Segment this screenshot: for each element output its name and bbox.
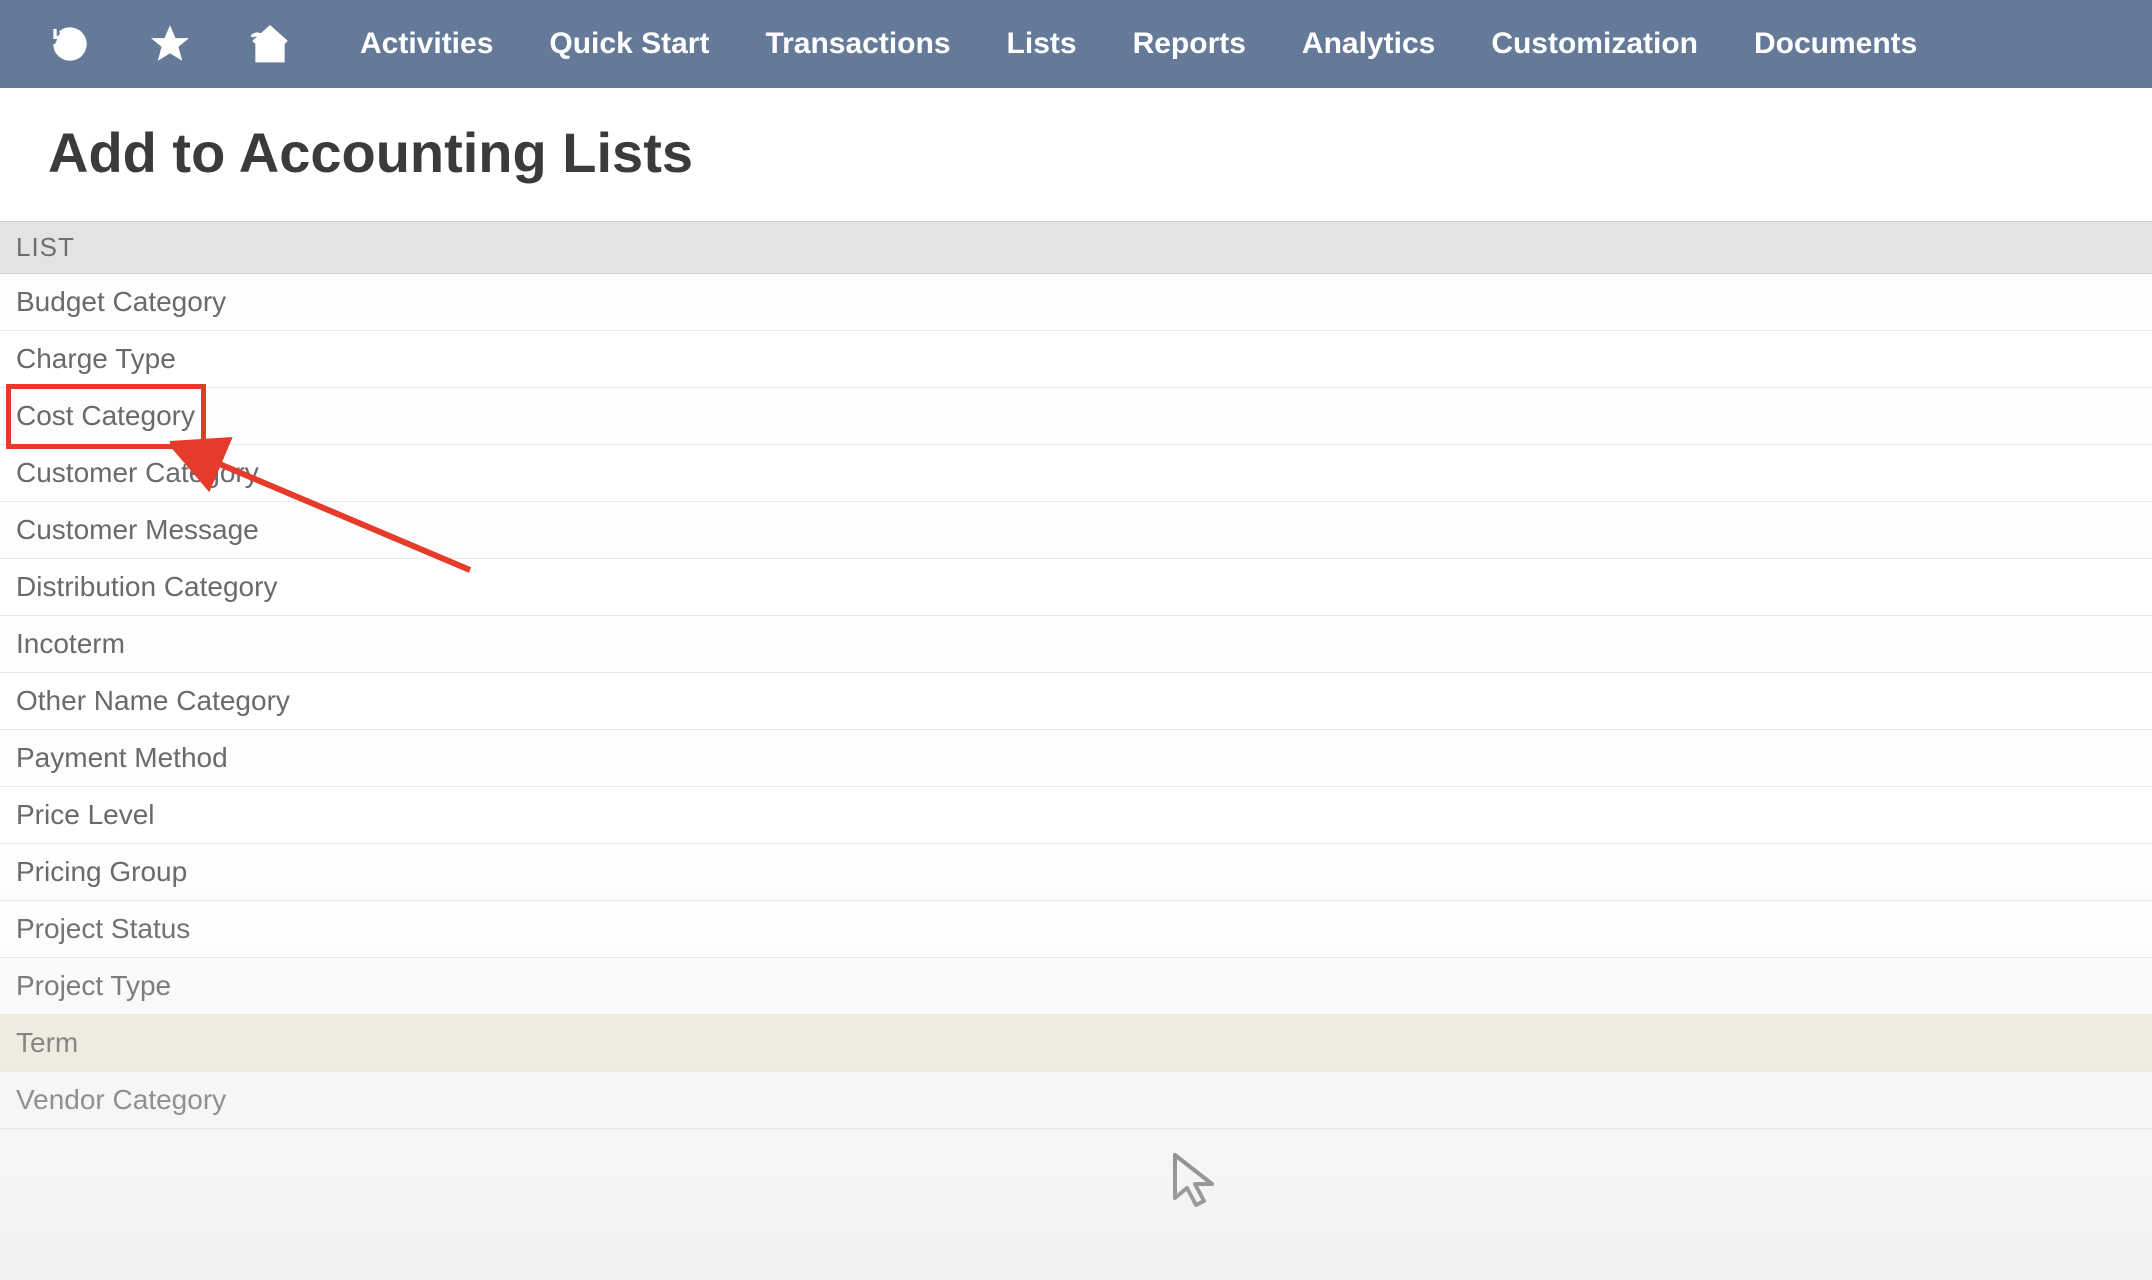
list-row[interactable]: Incoterm — [0, 616, 2152, 673]
list-row-label: Pricing Group — [16, 856, 187, 887]
page-heading: Add to Accounting Lists — [0, 88, 2152, 221]
nav-reports[interactable]: Reports — [1133, 27, 1246, 61]
list-row[interactable]: Payment Method — [0, 730, 2152, 787]
nav-lists[interactable]: Lists — [1007, 27, 1077, 61]
recent-icon[interactable] — [40, 24, 100, 64]
list-row[interactable]: Distribution Category — [0, 559, 2152, 616]
top-nav: Activities Quick Start Transactions List… — [0, 0, 2152, 88]
nav-transactions[interactable]: Transactions — [765, 27, 950, 61]
list-row-label: Price Level — [16, 799, 155, 830]
list-row[interactable]: Price Level — [0, 787, 2152, 844]
list-row-label: Term — [16, 1027, 78, 1058]
list-row[interactable]: Budget Category — [0, 274, 2152, 331]
nav-activities[interactable]: Activities — [360, 27, 493, 61]
list-row-label: Incoterm — [16, 628, 125, 659]
home-icon[interactable] — [240, 22, 300, 66]
nav-documents[interactable]: Documents — [1754, 27, 1917, 61]
list-column-header: LIST — [0, 221, 2152, 274]
list-row-label: Distribution Category — [16, 571, 277, 602]
list-row[interactable]: Customer Category — [0, 445, 2152, 502]
nav-analytics[interactable]: Analytics — [1302, 27, 1435, 61]
cursor-icon — [1170, 1150, 1230, 1220]
list-row-label: Project Type — [16, 970, 171, 1001]
nav-customization[interactable]: Customization — [1491, 27, 1698, 61]
list-row[interactable]: Customer Message — [0, 502, 2152, 559]
list-row-label: Customer Category — [16, 457, 259, 488]
nav-quick-start[interactable]: Quick Start — [549, 27, 709, 61]
list-row[interactable]: Other Name Category — [0, 673, 2152, 730]
list-row-label: Charge Type — [16, 343, 176, 374]
list-row-label: Vendor Category — [16, 1084, 226, 1115]
list-row[interactable]: Term — [0, 1015, 2152, 1072]
list-row-label: Cost Category — [16, 400, 195, 431]
list-row[interactable]: Charge Type — [0, 331, 2152, 388]
list-row[interactable]: Vendor Category — [0, 1072, 2152, 1129]
list-row-label: Project Status — [16, 913, 190, 944]
accounting-lists-table: LIST Budget Category Charge Type Cost Cate… — [0, 221, 2152, 1129]
list-row-label: Payment Method — [16, 742, 228, 773]
nav-items: Activities Quick Start Transactions List… — [360, 27, 1917, 61]
list-row-label: Other Name Category — [16, 685, 290, 716]
list-row[interactable]: Project Status — [0, 901, 2152, 958]
star-icon[interactable] — [140, 24, 200, 64]
list-row[interactable]: Cost Category — [0, 388, 2152, 445]
list-row-label: Customer Message — [16, 514, 259, 545]
list-row[interactable]: Pricing Group — [0, 844, 2152, 901]
list-row-label: Budget Category — [16, 286, 226, 317]
page-title: Add to Accounting Lists — [48, 120, 2104, 185]
list-row[interactable]: Project Type — [0, 958, 2152, 1015]
